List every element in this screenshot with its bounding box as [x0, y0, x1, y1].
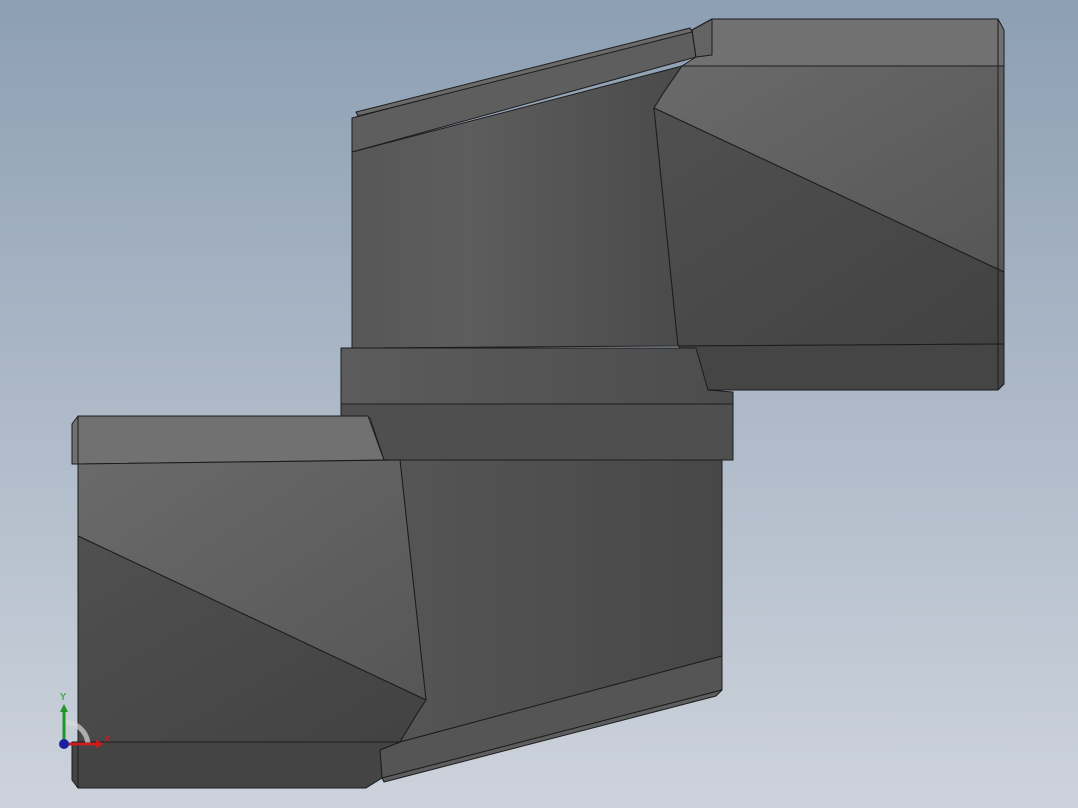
lower-hex-top-face	[71, 415, 385, 465]
upper-hex-bottom-band	[677, 343, 1005, 391]
model-viewport-canvas[interactable]: Y X	[0, 0, 1078, 808]
triad-z-origin	[59, 739, 69, 749]
lower-hex-bottom-band	[71, 741, 401, 789]
middle-ring-lower	[340, 403, 734, 461]
triad-y-label: Y	[59, 692, 67, 703]
upper-hex-top-face	[681, 18, 1005, 67]
middle-ring-upper	[340, 347, 734, 405]
triad-x-label: X	[104, 734, 111, 745]
3d-viewport[interactable]: Y X	[0, 0, 1078, 808]
